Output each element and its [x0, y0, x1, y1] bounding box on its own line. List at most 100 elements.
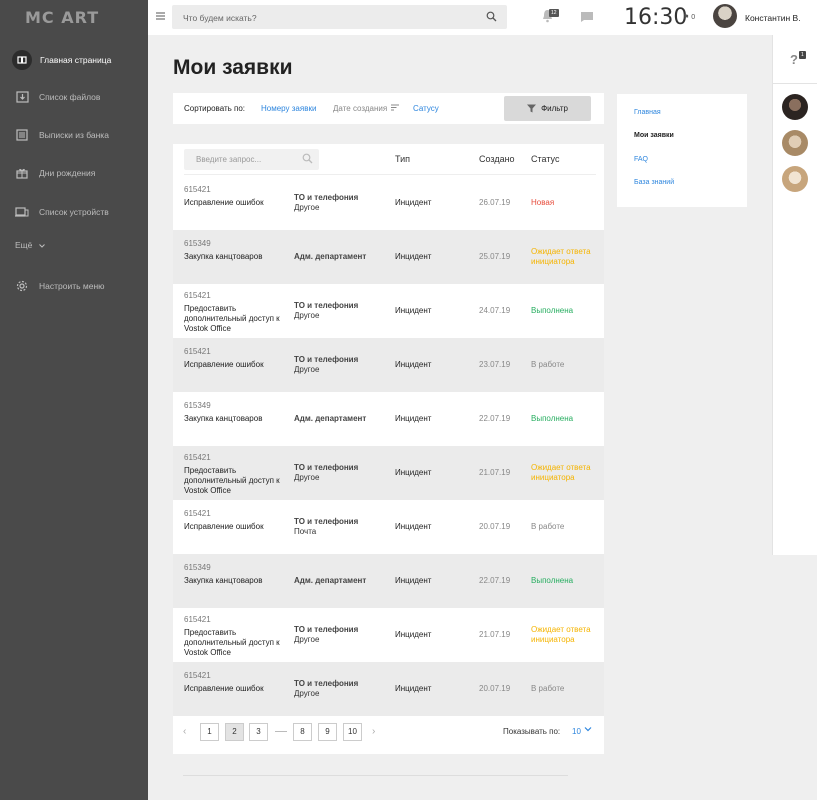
filter-button[interactable]: Фильтр	[504, 96, 591, 121]
sidebar-item-home[interactable]: Главная страница	[0, 45, 148, 75]
request-department: ТО и телефония Другое	[294, 355, 358, 375]
request-type: Инцидент	[395, 252, 432, 261]
status-badge: Выполнена	[531, 414, 574, 423]
right-rail: ? 1	[772, 35, 817, 555]
column-header-created[interactable]: Создано	[479, 154, 515, 164]
table-row[interactable]: 615349 Закупка канцтоваров Адм. департамен…	[173, 392, 604, 446]
table-row[interactable]: 615349 Закупка канцтоваров Адм. департамен…	[173, 230, 604, 284]
status-badge: Ожидает ответа инициатора	[531, 625, 591, 644]
request-department: Адм. департамент	[294, 414, 366, 424]
sidebar-more-label: Ещё	[15, 240, 33, 250]
table-row[interactable]: 615421 Предоставить дополнительный доступ…	[173, 284, 604, 338]
column-header-status[interactable]: Статус	[531, 154, 559, 164]
table-row[interactable]: 615421 Предоставить дополнительный доступ…	[173, 608, 604, 662]
section-nav-item-knowledge-base[interactable]: База знаний	[634, 179, 674, 186]
page-button[interactable]: 10	[343, 723, 362, 741]
status-badge: Ожидает ответа инициатора	[531, 463, 591, 482]
page-button[interactable]: 1	[200, 723, 219, 741]
request-date: 20.07.19	[479, 522, 511, 531]
chevron-down-icon	[38, 244, 45, 248]
table-row[interactable]: 615421 Предоставить дополнительный доступ…	[173, 446, 604, 500]
page-button[interactable]: 9	[318, 723, 337, 741]
sidebar-item-devices[interactable]: Список устройств	[0, 197, 148, 227]
requests-table: Введите запрос... Тип Создано Статус 615…	[173, 144, 604, 754]
request-id: 615421	[184, 453, 211, 462]
sidebar-item-bank-statements[interactable]: Выписки из банка	[0, 120, 148, 150]
search-input[interactable]: Что будем искать?	[172, 5, 507, 29]
sidebar-more[interactable]: Ещё	[15, 240, 45, 250]
page-button[interactable]: 3	[249, 723, 268, 741]
request-name[interactable]: Предоставить дополнительный доступ к Vos…	[184, 466, 284, 496]
sort-by-date[interactable]: Дате создания	[333, 104, 400, 113]
next-page-icon[interactable]: ›	[372, 726, 375, 737]
sidebar-item-files[interactable]: Список файлов	[0, 82, 148, 112]
request-type: Инцидент	[395, 414, 432, 423]
table-row[interactable]: 615421 Исправление ошибок ТО и телефония По…	[173, 500, 604, 554]
section-nav-item-my-requests[interactable]: Мои заявки	[634, 132, 674, 139]
sidebar-item-birthdays[interactable]: Дни рождения	[0, 158, 148, 188]
sort-by-status[interactable]: Сатусу	[413, 104, 439, 113]
request-name[interactable]: Предоставить дополнительный доступ к Vos…	[184, 628, 284, 658]
status-badge: Выполнена	[531, 306, 574, 315]
request-name[interactable]: Закупка канцтоваров	[184, 576, 284, 586]
flag-counter[interactable]: ⚑ 0	[683, 13, 695, 21]
search-icon[interactable]	[486, 11, 497, 22]
sidebar-item-label: Список устройств	[39, 207, 109, 217]
notification-badge: 12	[549, 9, 559, 17]
department-subcategory: Другое	[294, 689, 320, 698]
chevron-down-icon[interactable]	[584, 725, 592, 733]
table-row[interactable]: 615349 Закупка канцтоваров Адм. департамен…	[173, 554, 604, 608]
chat-icon[interactable]	[580, 11, 594, 23]
request-department: Адм. департамент	[294, 252, 366, 262]
flag-icon: ⚑	[683, 14, 690, 21]
department-name: Адм. департамент	[294, 576, 367, 585]
gear-icon	[13, 277, 31, 295]
prev-page-icon[interactable]: ‹	[183, 726, 186, 737]
request-department: ТО и телефония Почта	[294, 517, 358, 537]
table-row[interactable]: 615421 Исправление ошибок ТО и телефония Др…	[173, 662, 604, 716]
request-date: 22.07.19	[479, 414, 511, 423]
table-row[interactable]: 615421 Исправление ошибок ТО и телефония Др…	[173, 338, 604, 392]
request-id: 615349	[184, 563, 211, 572]
avatar[interactable]	[713, 4, 737, 28]
request-name[interactable]: Исправление ошибок	[184, 198, 284, 208]
department-name: ТО и телефония	[294, 679, 359, 688]
search-icon[interactable]	[302, 153, 313, 164]
sidebar-settings[interactable]: Настроить меню	[0, 271, 148, 301]
request-name[interactable]: Исправление ошибок	[184, 522, 284, 532]
contact-avatar[interactable]	[782, 166, 808, 192]
page-button[interactable]: 8	[293, 723, 312, 741]
section-nav-item-home[interactable]: Главная	[634, 109, 661, 116]
menu-icon[interactable]	[156, 11, 165, 21]
sidebar-item-label: Выписки из банка	[39, 130, 109, 140]
department-name: ТО и телефония	[294, 625, 359, 634]
contact-avatar[interactable]	[782, 94, 808, 120]
table-row[interactable]: 615421 Исправление ошибок ТО и телефония Др…	[173, 176, 604, 230]
request-name[interactable]: Закупка канцтоваров	[184, 414, 284, 424]
page-button[interactable]: 2	[225, 723, 244, 741]
request-id: 615421	[184, 671, 211, 680]
section-nav-item-faq[interactable]: FAQ	[634, 156, 648, 163]
search-placeholder: Что будем искать?	[183, 13, 257, 23]
request-name[interactable]: Исправление ошибок	[184, 684, 284, 694]
sort-by-date-label: Дате создания	[333, 104, 388, 113]
column-header-type[interactable]: Тип	[395, 154, 410, 164]
page-size-select[interactable]: 10	[572, 727, 581, 736]
request-name[interactable]: Исправление ошибок	[184, 360, 284, 370]
table-search-input[interactable]: Введите запрос...	[184, 149, 319, 170]
request-name[interactable]: Предоставить дополнительный доступ к Vos…	[184, 304, 284, 334]
request-type: Инцидент	[395, 522, 432, 531]
request-id: 615421	[184, 185, 211, 194]
request-department: Адм. департамент	[294, 576, 366, 586]
request-name[interactable]: Закупка канцтоваров	[184, 252, 284, 262]
contact-avatar[interactable]	[782, 130, 808, 156]
request-date: 22.07.19	[479, 576, 511, 585]
sort-by-number[interactable]: Номеру заявки	[261, 104, 316, 113]
department-subcategory: Почта	[294, 527, 317, 536]
user-name[interactable]: Константин В.	[745, 13, 801, 23]
devices-icon	[13, 203, 31, 221]
logo[interactable]: MC ART	[25, 8, 99, 27]
table-search-placeholder: Введите запрос...	[196, 155, 262, 164]
sidebar-settings-label: Настроить меню	[39, 281, 105, 291]
help-icon[interactable]: ?	[790, 52, 798, 67]
